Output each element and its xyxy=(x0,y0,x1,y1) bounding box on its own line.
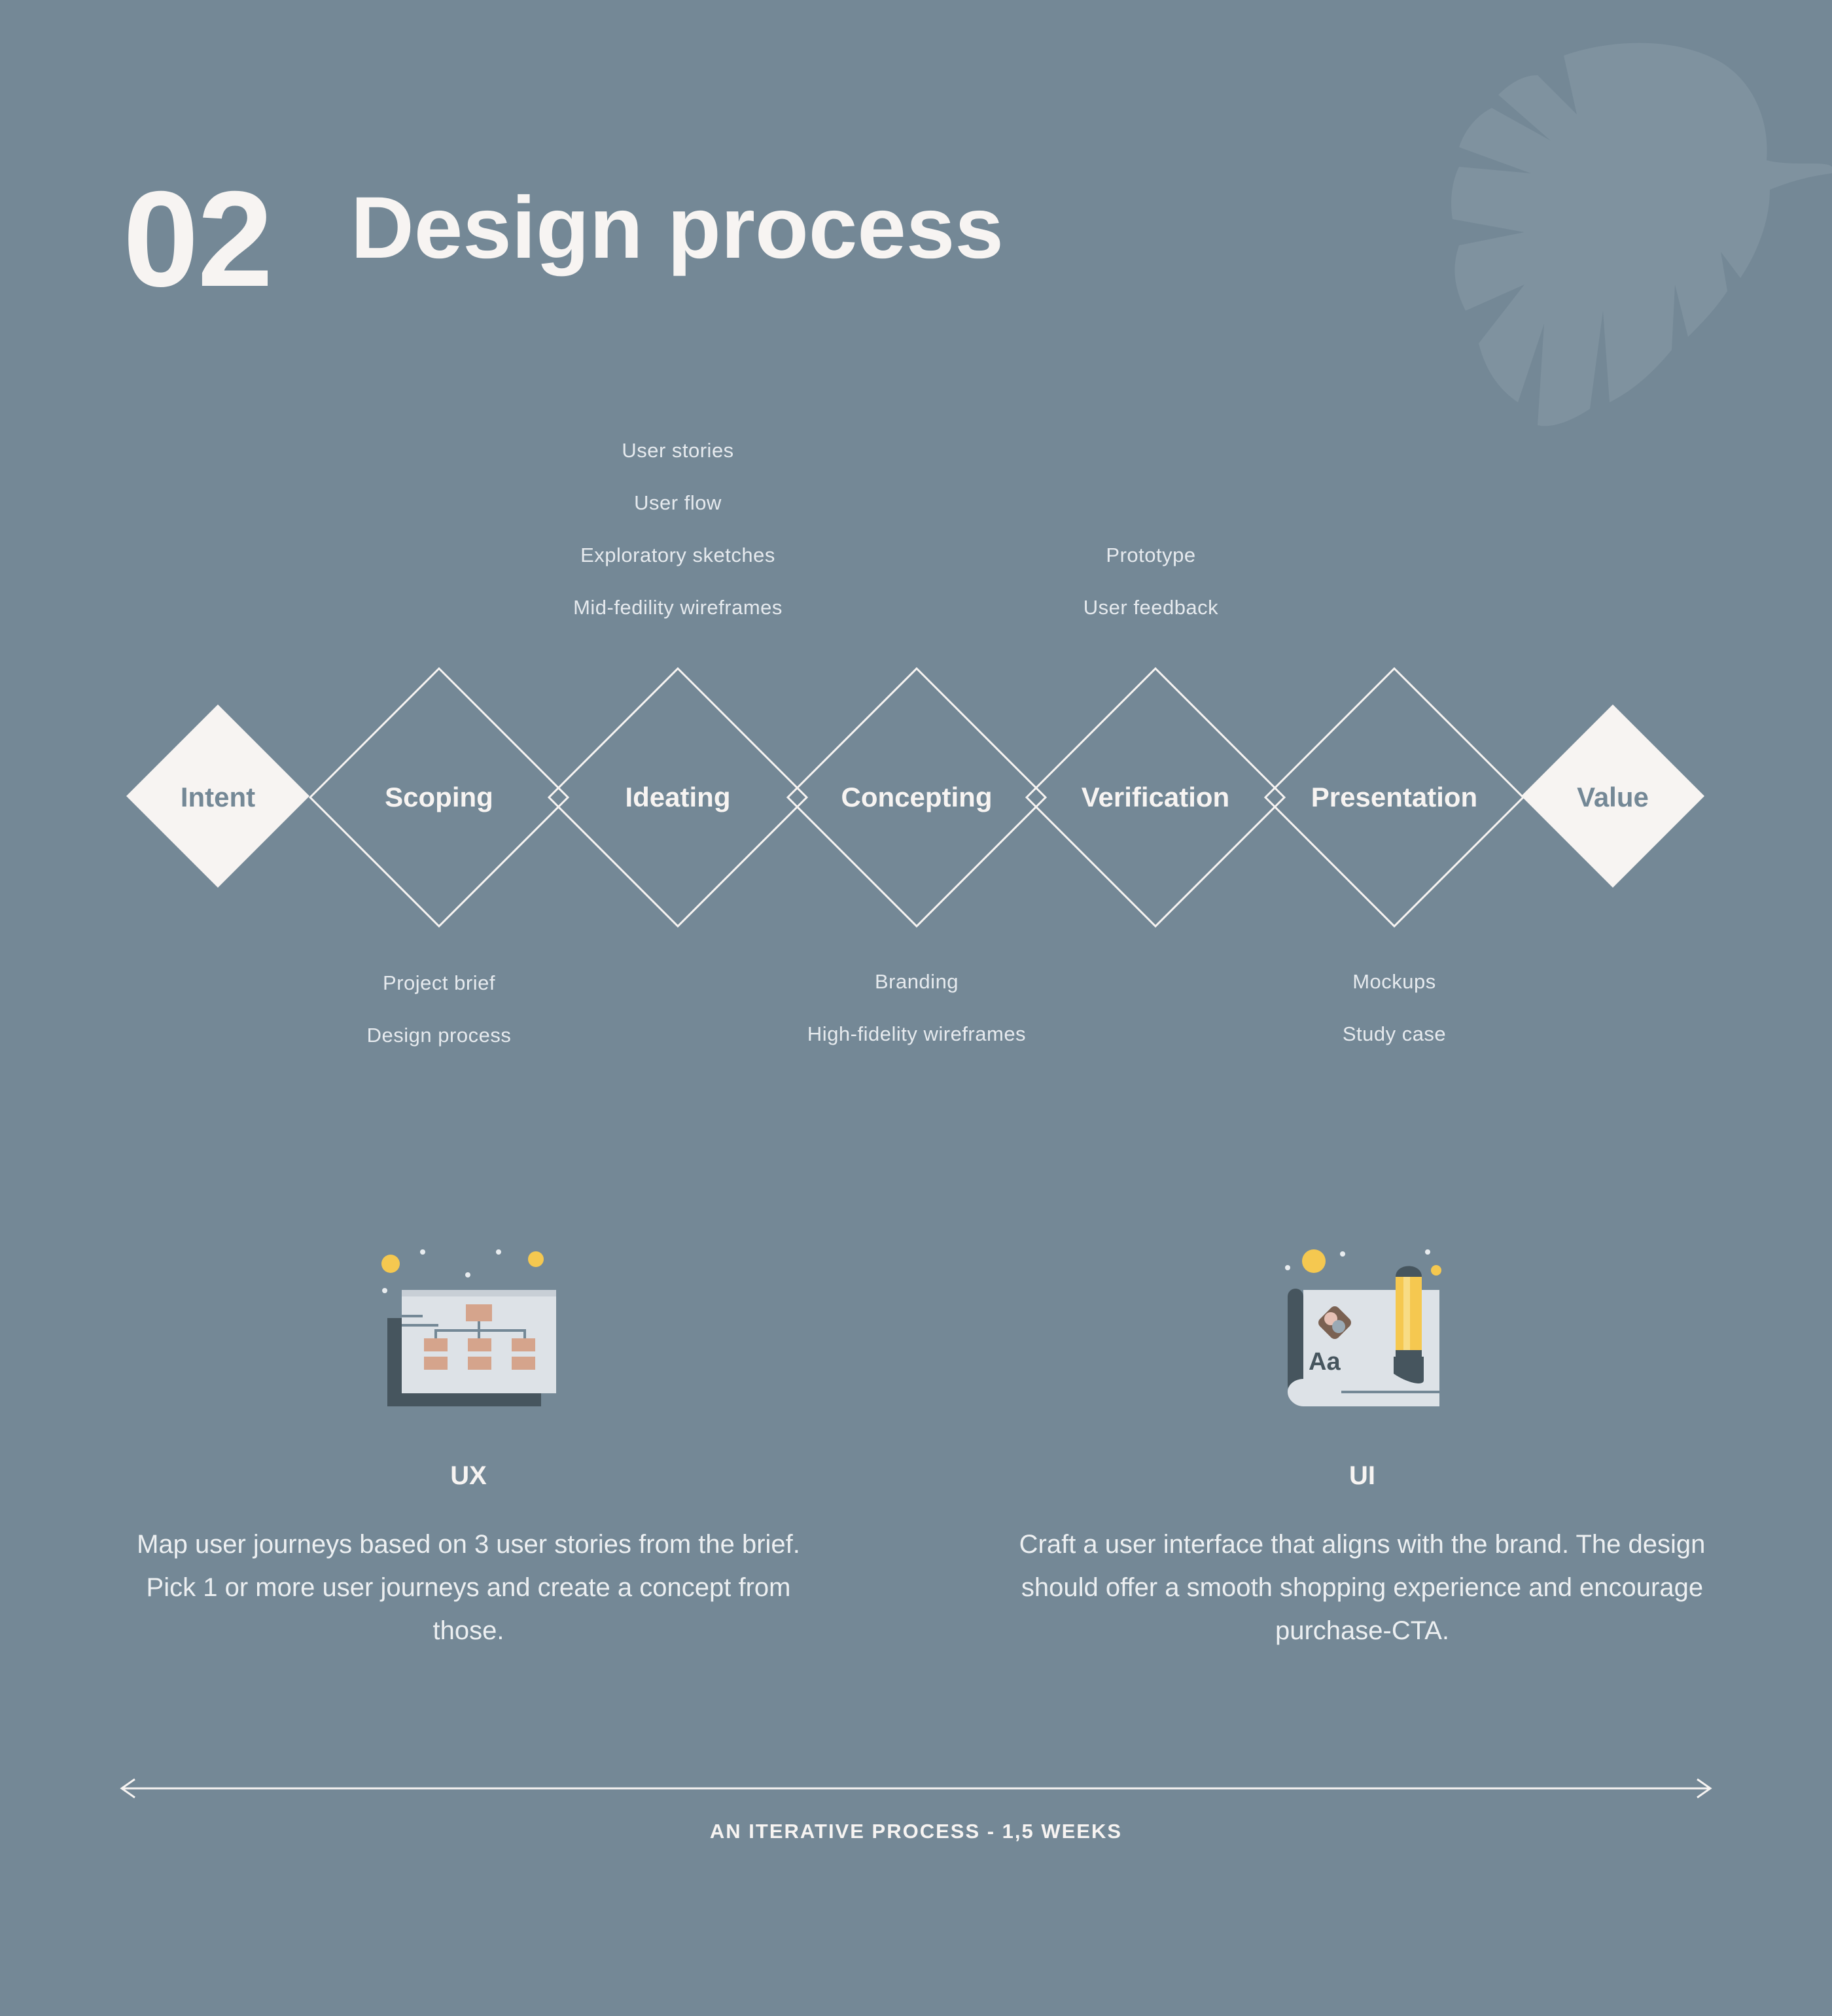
note-presentation-1: Mockups xyxy=(1352,970,1436,993)
ux-title: UX xyxy=(450,1461,487,1490)
stage-label-value: Value xyxy=(1577,782,1649,812)
sitemap-icon xyxy=(381,1249,556,1406)
note-verification-2: User feedback xyxy=(1083,596,1219,619)
note-scoping-1: Project brief xyxy=(383,971,495,994)
stage-label-ideating: Ideating xyxy=(625,782,730,812)
page-title: Design process xyxy=(351,179,1004,277)
note-ideating-2: User flow xyxy=(634,491,722,514)
stage-label-verification: Verification xyxy=(1082,782,1229,812)
typography-icon: Aa xyxy=(1309,1348,1341,1376)
note-ideating-1: User stories xyxy=(622,439,734,462)
note-concepting-1: Branding xyxy=(874,970,959,993)
ui-description: Craft a user interface that aligns with … xyxy=(1019,1530,1706,1645)
stage-label-concepting: Concepting xyxy=(841,782,993,812)
timeline-arrow xyxy=(120,1778,1712,1799)
ux-description: Map user journeys based on 3 user storie… xyxy=(137,1530,800,1645)
timeline-label: AN ITERATIVE PROCESS - 1,5 WEEKS xyxy=(709,1820,1123,1843)
process-diagram: Intent Scoping Ideating Concepting Verif… xyxy=(126,667,1704,928)
monstera-leaf-icon xyxy=(1451,43,1832,426)
ui-title: UI xyxy=(1349,1461,1375,1490)
section-number: 02 xyxy=(123,164,273,315)
stage-label-presentation: Presentation xyxy=(1311,782,1477,812)
note-concepting-2: High-fidelity wireframes xyxy=(807,1022,1027,1045)
stage-label-scoping: Scoping xyxy=(385,782,493,812)
note-ideating-3: Exploratory sketches xyxy=(580,544,775,566)
note-verification-1: Prototype xyxy=(1106,544,1196,566)
note-scoping-2: Design process xyxy=(366,1024,512,1047)
design-canvas-icon: Aa xyxy=(1285,1249,1441,1406)
note-ideating-4: Mid-fedility wireframes xyxy=(573,596,783,619)
note-presentation-2: Study case xyxy=(1342,1022,1447,1045)
stage-label-intent: Intent xyxy=(181,782,255,812)
